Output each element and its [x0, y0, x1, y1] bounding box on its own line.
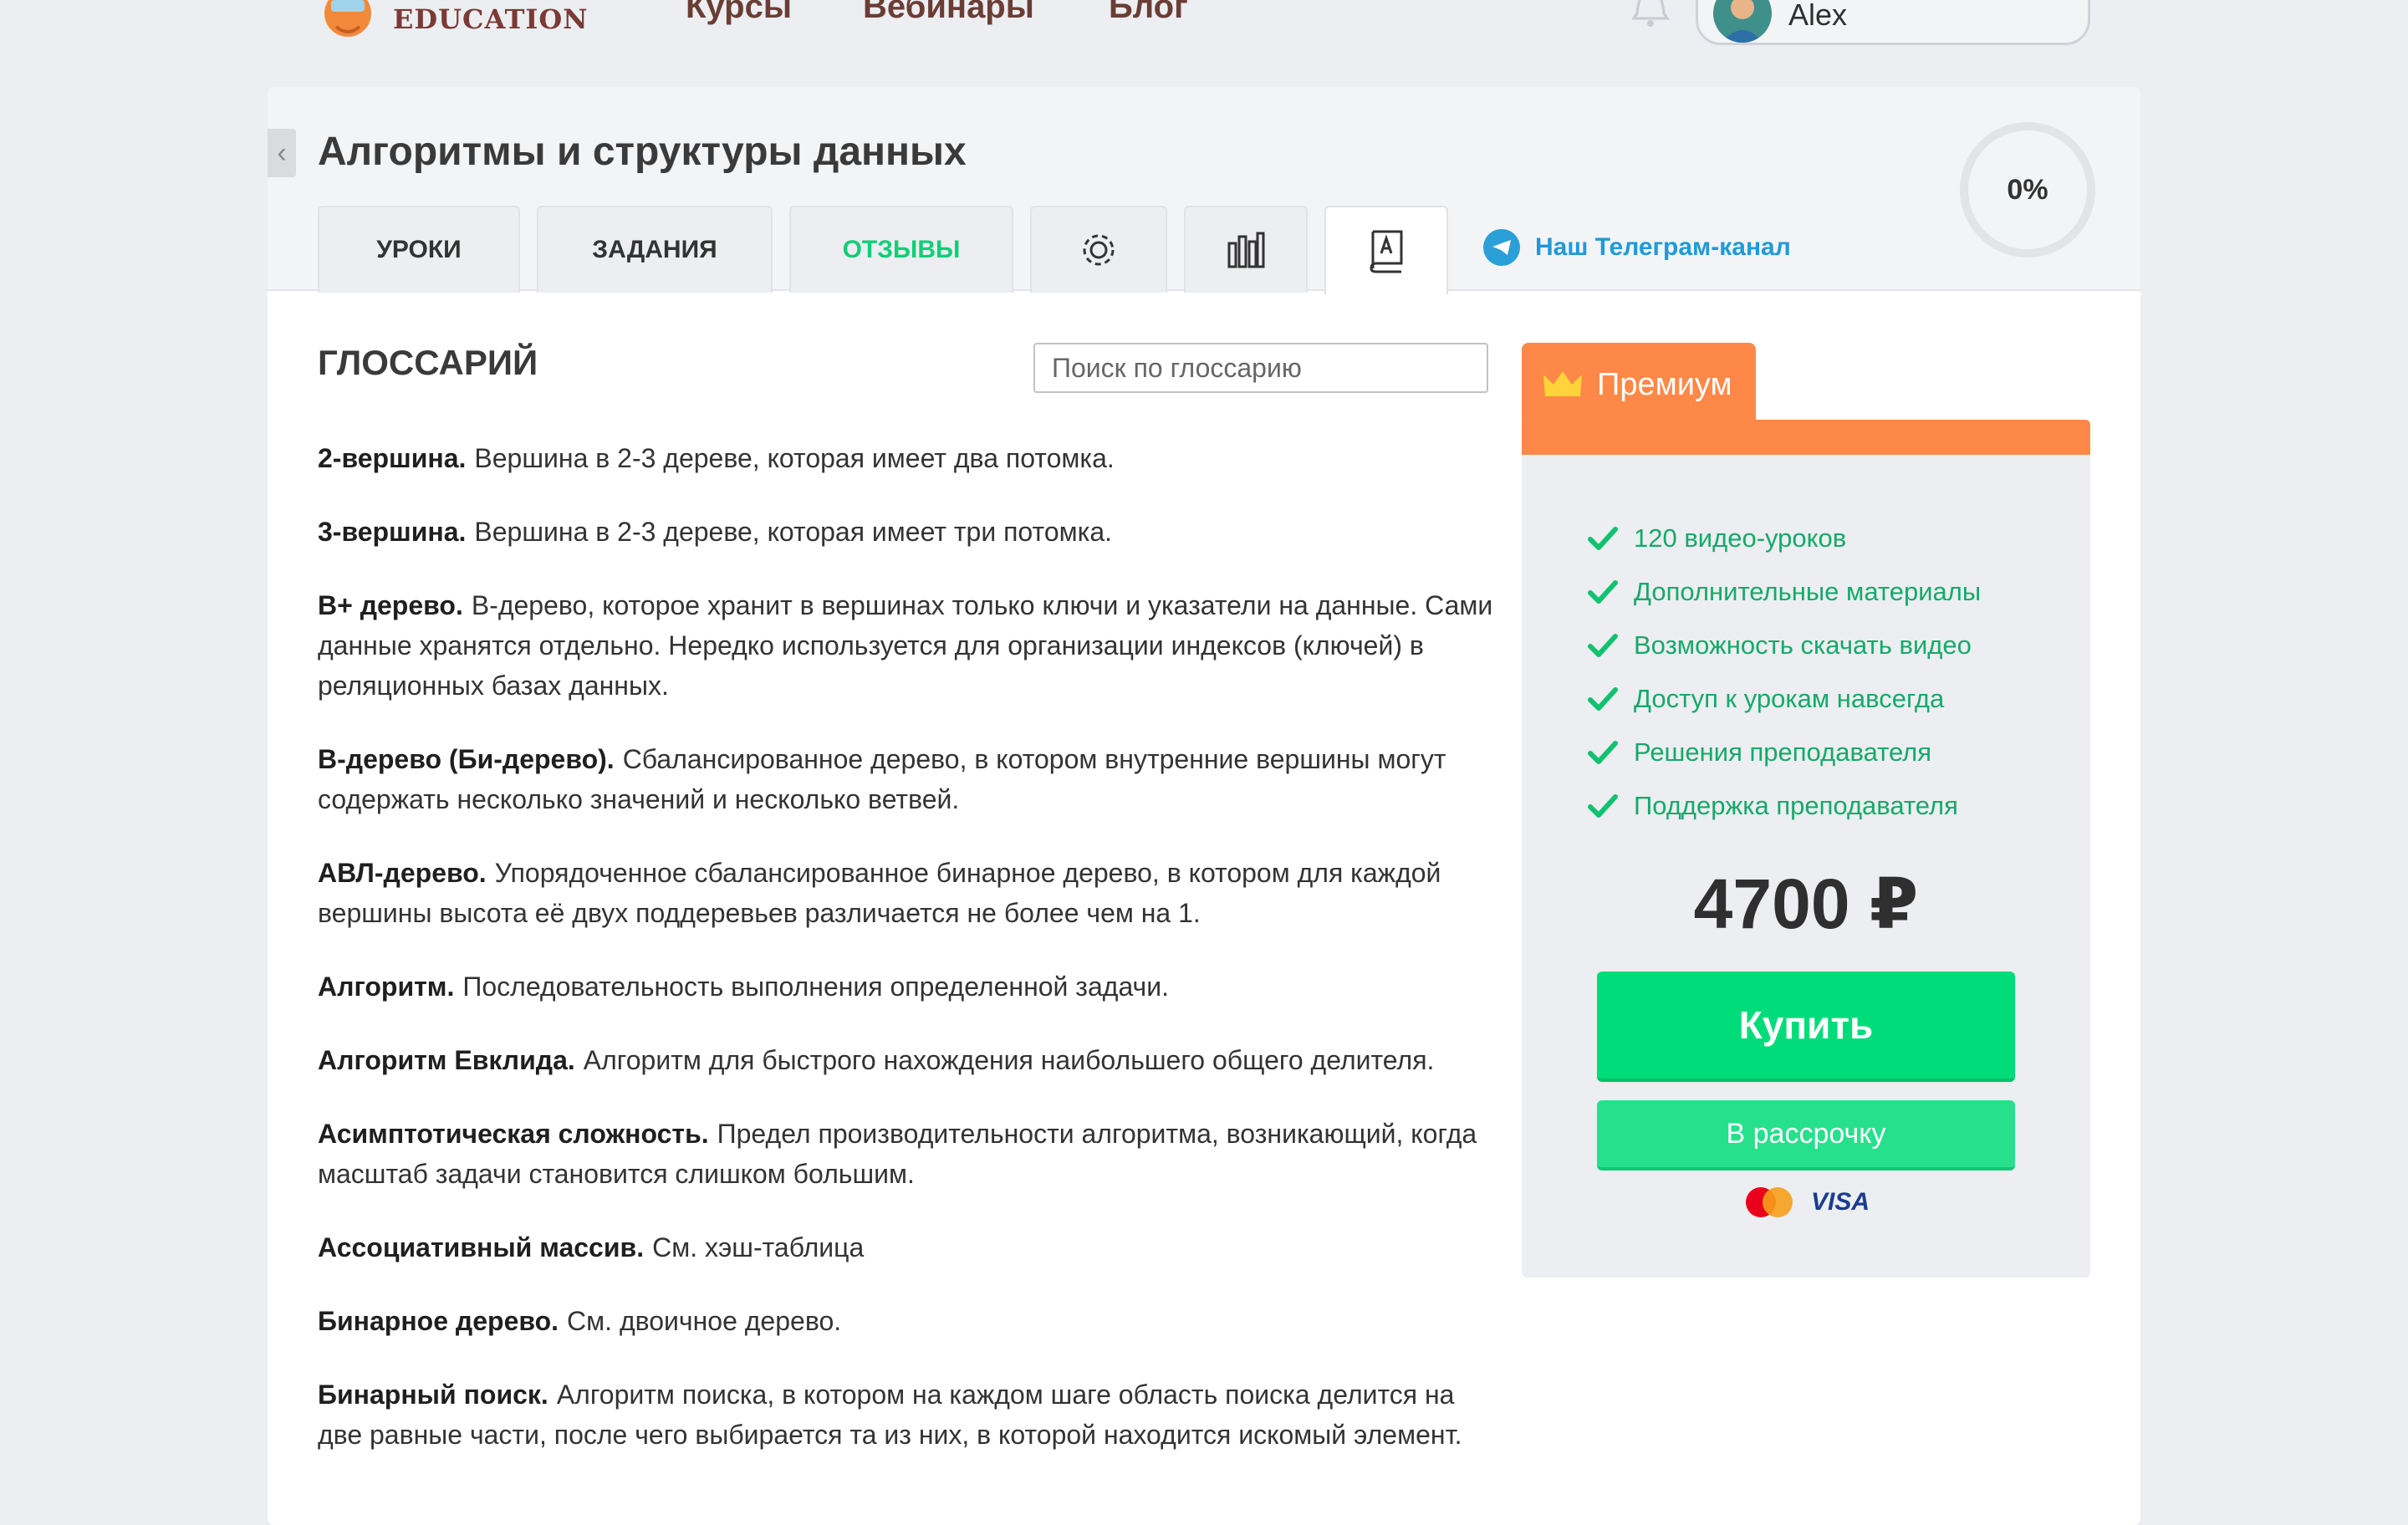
check-icon: [1588, 794, 1618, 818]
glossary-term: АВЛ-дерево.: [318, 858, 487, 888]
glossary-definition: См. двоичное дерево.: [567, 1306, 842, 1336]
glossary-term: B+ дерево.: [318, 590, 463, 620]
glossary-term: Асимптотическая сложность.: [318, 1119, 709, 1149]
check-icon: [1588, 580, 1618, 604]
nav-blog[interactable]: Блог: [1109, 0, 1188, 26]
glossary-term: Алгоритм.: [318, 972, 455, 1002]
glossary-definition: Вершина в 2-3 дереве, которая имеет два …: [474, 443, 1115, 473]
premium-tab: Премиум: [1522, 343, 1756, 426]
glossary-entry: 3-вершина. Вершина в 2-3 дереве, которая …: [318, 512, 1505, 552]
glossary-definition: Последовательность выполнения определенн…: [462, 972, 1169, 1002]
user-menu[interactable]: Alex: [1696, 0, 2090, 45]
glossary-search-input[interactable]: [1033, 343, 1488, 393]
nav-webinars[interactable]: Вебинары: [863, 0, 1034, 26]
logo-text[interactable]: EDUCATION: [393, 3, 589, 35]
glossary-definition: См. хэш-таблица: [652, 1232, 865, 1262]
user-name: Alex: [1788, 0, 1848, 32]
tab-stats[interactable]: [1184, 206, 1308, 293]
glossary-title: ГЛОССАРИЙ: [318, 343, 538, 382]
glossary-definition: B-дерево, которое хранит в вершинах толь…: [318, 590, 1493, 701]
telegram-icon: [1483, 229, 1520, 266]
feature-item: Решения преподавателя: [1587, 726, 1981, 779]
tab-tasks[interactable]: ЗАДАНИЯ: [537, 206, 773, 293]
tab-glossary[interactable]: [1324, 206, 1448, 294]
feature-label: Возможность скачать видео: [1634, 630, 1972, 660]
feature-label: Поддержка преподавателя: [1634, 791, 1958, 820]
glossary-term: 2-вершина.: [318, 443, 467, 473]
course-header: ‹ Алгоритмы и структуры данных УРОКИ ЗАД…: [268, 87, 2140, 294]
feature-item: Возможность скачать видео: [1587, 619, 1981, 672]
check-icon: [1588, 741, 1618, 764]
avatar[interactable]: [1713, 0, 1772, 43]
glossary-list: 2-вершина. Вершина в 2-3 дереве, которая …: [318, 438, 1505, 1488]
gear-icon: [1083, 234, 1115, 266]
glossary-definition: Алгоритм для быстрого нахождения наиболь…: [583, 1045, 1435, 1075]
pricing-card: 120 видео-уроков Дополнительные материалы…: [1522, 420, 2090, 1278]
tab-reviews[interactable]: ОТЗЫВЫ: [789, 206, 1013, 293]
check-icon: [1588, 527, 1618, 550]
back-button[interactable]: ‹: [268, 129, 296, 177]
feature-item: Поддержка преподавателя: [1587, 779, 1981, 833]
glossary-entry: Бинарный поиск. Алгоритм поиска, в которо…: [318, 1375, 1505, 1455]
telegram-link[interactable]: Наш Телеграм-канал: [1483, 229, 1791, 266]
avatar-icon: [1722, 0, 1763, 43]
glossary-entry: Алгоритм. Последовательность выполнения о…: [318, 967, 1505, 1007]
card-top-bar: [1522, 420, 2090, 455]
buy-button[interactable]: Купить: [1597, 972, 2015, 1082]
visa-icon: VISA: [1811, 1188, 1870, 1216]
glossary-term: Бинарное дерево.: [318, 1306, 559, 1336]
tab-settings[interactable]: [1030, 206, 1167, 293]
telegram-label: Наш Телеграм-канал: [1535, 233, 1791, 261]
feature-item: Дополнительные материалы: [1587, 565, 1981, 619]
glossary-entry: B-дерево (Би-дерево). Сбалансированное де…: [318, 739, 1505, 819]
glossary-entry: Бинарное дерево. См. двоичное дерево.: [318, 1301, 1505, 1341]
check-icon: [1588, 687, 1618, 711]
glossary-entry: B+ дерево. B-дерево, которое хранит в вер…: [318, 585, 1505, 706]
feature-list: 120 видео-уроков Дополнительные материалы…: [1587, 512, 1981, 833]
feature-label: Решения преподавателя: [1634, 737, 1932, 767]
logo-icon[interactable]: [323, 0, 373, 42]
feature-item: 120 видео-уроков: [1587, 512, 1981, 565]
feature-label: Доступ к урокам навсегда: [1634, 684, 1945, 713]
glossary-entry: Алгоритм Евклида. Алгоритм для быстрого н…: [318, 1040, 1505, 1080]
feature-label: Дополнительные материалы: [1634, 577, 1982, 606]
crown-icon: [1543, 371, 1582, 396]
mastercard-icon: [1746, 1187, 1793, 1217]
site-header: EDUCATION Курсы Вебинары Блог Alex: [0, 0, 2408, 75]
premium-label: Премиум: [1597, 366, 1732, 402]
payment-methods: VISA: [1742, 1186, 1870, 1219]
price: 4700 ₽: [1693, 865, 1919, 943]
tab-lessons[interactable]: УРОКИ: [318, 206, 520, 293]
books-icon: [1227, 232, 1265, 268]
glossary-term: Бинарный поиск.: [318, 1380, 548, 1410]
glossary-definition: Вершина в 2-3 дереве, которая имеет три …: [474, 517, 1112, 547]
feature-label: 120 видео-уроков: [1634, 523, 1847, 553]
bell-icon[interactable]: [1625, 0, 1676, 33]
glossary-term: B-дерево (Би-дерево).: [318, 744, 615, 774]
glossary-term: Алгоритм Евклида.: [318, 1045, 575, 1075]
check-icon: [1588, 634, 1618, 657]
glossary-entry: 2-вершина. Вершина в 2-3 дереве, которая …: [318, 438, 1505, 478]
nav-courses[interactable]: Курсы: [686, 0, 792, 26]
course-progress: 0%: [1960, 122, 2095, 258]
glossary-term: 3-вершина.: [318, 517, 467, 547]
glossary-book-icon: [1370, 230, 1403, 273]
feature-item: Доступ к урокам навсегда: [1587, 672, 1981, 726]
glossary-entry: АВЛ-дерево. Упорядоченное сбалансированно…: [318, 853, 1505, 933]
course-panel: ‹ Алгоритмы и структуры данных УРОКИ ЗАД…: [268, 87, 2140, 1525]
page-title: Алгоритмы и структуры данных: [318, 130, 967, 174]
glossary-entry: Асимптотическая сложность. Предел произво…: [318, 1114, 1505, 1194]
glossary-entry: Ассоциативный массив. См. хэш-таблица: [318, 1227, 1505, 1267]
installment-button[interactable]: В рассрочку: [1597, 1100, 2015, 1171]
glossary-term: Ассоциативный массив.: [318, 1232, 645, 1262]
